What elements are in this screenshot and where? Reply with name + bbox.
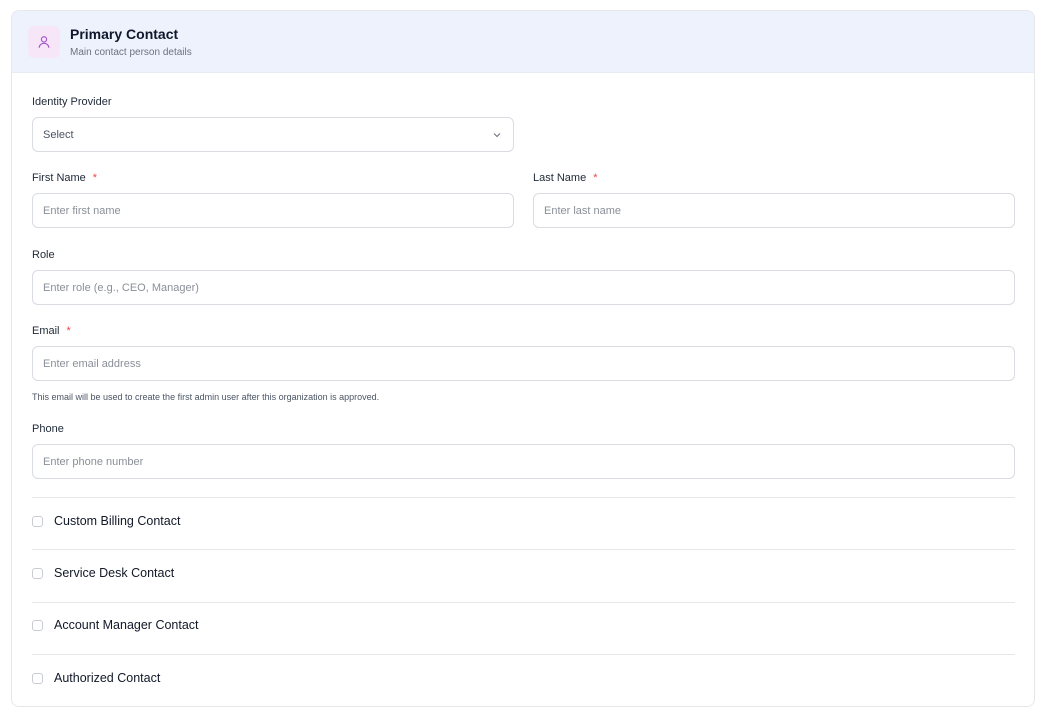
email-label: Email * xyxy=(32,324,1015,338)
last-name-input-wrapper xyxy=(533,193,1015,228)
option-label: Authorized Contact xyxy=(54,671,161,685)
first-name-input[interactable] xyxy=(43,204,503,217)
role-label: Role xyxy=(32,248,1015,262)
email-helper-text: This email will be used to create the fi… xyxy=(32,392,380,402)
first-name-field: First Name * xyxy=(32,171,514,228)
authorized-checkbox[interactable] xyxy=(32,672,43,684)
email-input-wrapper xyxy=(32,346,1015,381)
option-label: Custom Billing Contact xyxy=(54,514,181,528)
divider xyxy=(32,602,1015,603)
option-row-custom-billing[interactable]: Custom Billing Contact xyxy=(32,512,180,530)
identity-provider-value: Select xyxy=(43,128,74,141)
email-field: Email * This email will be used to creat… xyxy=(32,324,1015,402)
email-label-text: Email xyxy=(32,325,60,337)
divider xyxy=(32,654,1015,655)
section-subtitle: Main contact person details xyxy=(70,46,192,58)
option-row-account-manager[interactable]: Account Manager Contact xyxy=(32,616,199,634)
identity-provider-label: Identity Provider xyxy=(32,95,514,109)
first-name-input-wrapper xyxy=(32,193,514,228)
phone-input[interactable] xyxy=(43,455,1004,468)
last-name-field: Last Name * xyxy=(533,171,1015,228)
divider xyxy=(32,497,1015,498)
role-input[interactable] xyxy=(43,281,1004,294)
primary-contact-card: Primary Contact Main contact person deta… xyxy=(11,10,1035,707)
card-header: Primary Contact Main contact person deta… xyxy=(12,11,1034,73)
last-name-label-text: Last Name xyxy=(533,172,587,184)
phone-field: Phone xyxy=(32,422,1015,479)
phone-input-wrapper xyxy=(32,444,1015,479)
custom-billing-checkbox[interactable] xyxy=(32,515,43,527)
option-row-service-desk[interactable]: Service Desk Contact xyxy=(32,564,174,582)
last-name-label: Last Name * xyxy=(533,171,1015,185)
identity-provider-label-text: Identity Provider xyxy=(32,96,112,108)
first-name-label-text: First Name xyxy=(32,172,86,184)
account-manager-checkbox[interactable] xyxy=(32,619,43,631)
section-title: Primary Contact xyxy=(70,25,179,42)
option-label: Service Desk Contact xyxy=(54,566,175,580)
role-label-text: Role xyxy=(32,249,55,261)
identity-provider-select[interactable]: Select xyxy=(32,117,514,152)
phone-label: Phone xyxy=(32,422,1015,436)
phone-label-text: Phone xyxy=(32,423,64,435)
email-input[interactable] xyxy=(43,357,1004,370)
first-name-label: First Name * xyxy=(32,171,514,185)
required-indicator: * xyxy=(593,172,598,184)
role-input-wrapper xyxy=(32,270,1015,305)
option-label: Account Manager Contact xyxy=(54,618,199,632)
service-desk-checkbox[interactable] xyxy=(32,567,43,579)
chevron-down-icon xyxy=(491,129,503,141)
option-row-authorized[interactable]: Authorized Contact xyxy=(32,669,160,687)
identity-provider-field: Identity Provider Select xyxy=(32,95,514,152)
user-icon xyxy=(28,25,60,58)
divider xyxy=(32,549,1015,550)
required-indicator: * xyxy=(66,325,71,337)
required-indicator: * xyxy=(92,172,98,184)
role-field: Role xyxy=(32,248,1015,305)
header-text: Primary Contact Main contact person deta… xyxy=(70,25,192,59)
last-name-input[interactable] xyxy=(544,204,1004,217)
